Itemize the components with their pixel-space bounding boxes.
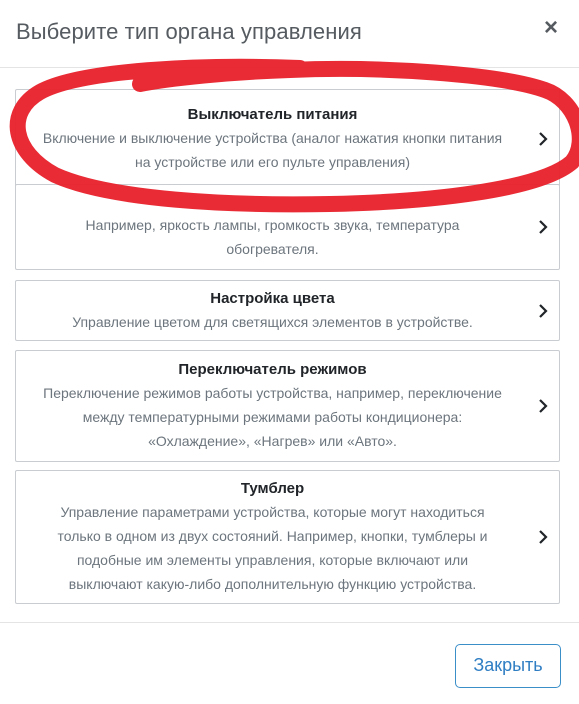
modal-header: Выберите тип органа управления × (0, 0, 579, 68)
option-description: Управление параметрами устройства, котор… (57, 504, 488, 592)
option-text: Например, яркость лампы, громкость звука… (26, 205, 519, 269)
chevron-right-icon (539, 303, 548, 318)
option-range[interactable]: Например, яркость лампы, громкость звука… (15, 184, 560, 270)
chevron-right-icon (539, 399, 548, 413)
option-description: Например, яркость лампы, громкость звука… (85, 217, 460, 257)
option-power-switch[interactable]: Выключатель питания Включение и выключен… (15, 89, 560, 188)
close-button[interactable]: Закрыть (455, 644, 561, 688)
option-text: Переключатель режимов Переключение режим… (26, 351, 519, 461)
option-title: Настройка цвета (210, 289, 335, 307)
option-title: Переключатель режимов (178, 361, 367, 378)
option-description: Переключение режимов работы устройства, … (43, 385, 502, 449)
option-title: Тумблер (240, 480, 305, 497)
modal-footer: Закрыть (0, 622, 579, 704)
option-description: Включение и выключение устройства (анало… (42, 129, 503, 170)
option-mode-switch[interactable]: Переключатель режимов Переключение режим… (15, 350, 560, 462)
modal-title: Выберите тип органа управления (16, 19, 362, 44)
option-text: Тумблер Управление параметрами устройств… (26, 471, 519, 603)
option-text: Выключатель питания Включение и выключен… (26, 90, 519, 187)
option-title: Выключатель питания (187, 105, 358, 123)
option-toggle[interactable]: Тумблер Управление параметрами устройств… (15, 470, 560, 604)
chevron-right-icon (539, 220, 548, 234)
close-icon[interactable]: × (541, 16, 561, 40)
chevron-right-icon (539, 131, 548, 146)
option-text: Настройка цвета Управление цветом для св… (26, 281, 519, 340)
chevron-right-icon (539, 530, 548, 544)
option-description: Управление цветом для светящихся элемент… (72, 313, 473, 330)
option-color-setting[interactable]: Настройка цвета Управление цветом для св… (15, 280, 560, 341)
